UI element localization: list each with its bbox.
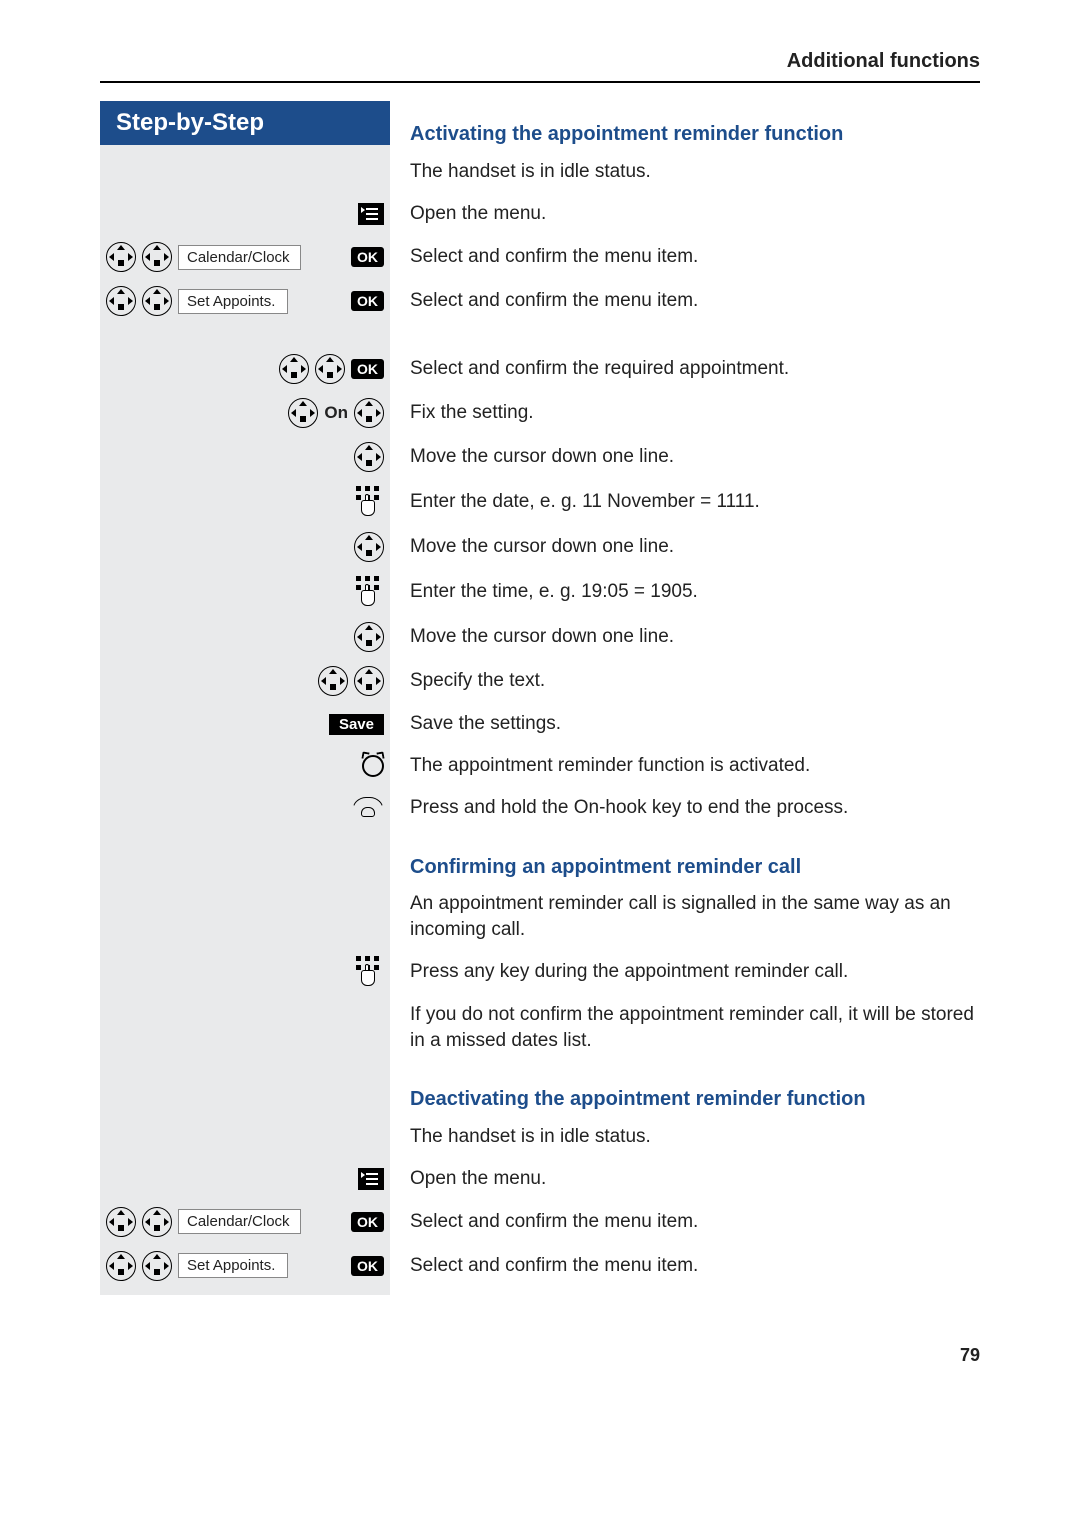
navpad-icon (106, 242, 136, 272)
navpad-icon (288, 398, 318, 428)
step-row: Calendar/Clock OK Select and confirm the… (410, 242, 980, 272)
navpad-icon (279, 354, 309, 384)
step-row: Enter the date, e. g. 11 November = 1111… (410, 486, 980, 518)
step-row: Press any key during the appointment rem… (410, 956, 980, 988)
navpad-icon (354, 398, 384, 428)
keypad-icon (356, 486, 384, 518)
keypad-icon (356, 956, 384, 988)
step-text: The handset is in idle status. (390, 1124, 980, 1150)
navpad-icon (142, 1251, 172, 1281)
step-text: Select and confirm the menu item. (390, 288, 980, 314)
step-row: An appointment reminder call is signalle… (410, 891, 980, 942)
onhook-icon (352, 797, 384, 819)
step-row: The appointment reminder function is act… (410, 752, 980, 780)
menu-label: Calendar/Clock (178, 1209, 301, 1234)
section-heading-confirm: Confirming an appointment reminder call (410, 856, 980, 879)
ok-button: OK (351, 291, 384, 311)
navpad-icon (142, 286, 172, 316)
step-column: Step-by-Step (100, 101, 390, 1295)
step-text: Specify the text. (390, 668, 980, 694)
step-row: On Fix the setting. (410, 398, 980, 428)
step-text: Select and confirm the menu item. (390, 1209, 980, 1235)
step-row: Open the menu. (410, 200, 980, 228)
menu-label: Set Appoints. (178, 289, 288, 314)
step-text: The appointment reminder function is act… (390, 753, 980, 779)
save-button: Save (329, 714, 384, 735)
navpad-icon (142, 1207, 172, 1237)
step-row: Calendar/Clock OK Select and confirm the… (410, 1207, 980, 1237)
step-row: Set Appoints. OK Select and confirm the … (410, 286, 980, 316)
step-row: Move the cursor down one line. (410, 442, 980, 472)
step-banner: Step-by-Step (100, 101, 390, 145)
navpad-icon (354, 666, 384, 696)
step-text: An appointment reminder call is signalle… (390, 891, 980, 942)
ok-button: OK (351, 1212, 384, 1232)
step-row: Move the cursor down one line. (410, 532, 980, 562)
ok-button: OK (351, 1256, 384, 1276)
navpad-icon (318, 666, 348, 696)
page-header: Additional functions (100, 50, 980, 83)
section-heading-activate: Activating the appointment reminder func… (410, 123, 980, 146)
step-text: The handset is in idle status. (390, 159, 980, 185)
menu-icon (358, 1168, 384, 1190)
step-row: The handset is in idle status. (410, 1123, 980, 1151)
step-row: OK Select and confirm the required appoi… (410, 354, 980, 384)
step-text: Select and confirm the menu item. (390, 244, 980, 270)
menu-label: Set Appoints. (178, 1253, 288, 1278)
main-layout: Step-by-Step Activating the appointment … (100, 101, 980, 1295)
step-text: Open the menu. (390, 1166, 980, 1192)
step-row: Press and hold the On-hook key to end th… (410, 794, 980, 822)
step-text: Move the cursor down one line. (390, 534, 980, 560)
step-row: Move the cursor down one line. (410, 622, 980, 652)
navpad-icon (315, 354, 345, 384)
step-row: Enter the time, e. g. 19:05 = 1905. (410, 576, 980, 608)
step-text: Move the cursor down one line. (390, 444, 980, 470)
step-text: Enter the date, e. g. 11 November = 1111… (390, 489, 980, 515)
step-text: Select and confirm the menu item. (390, 1253, 980, 1279)
content-column: Activating the appointment reminder func… (390, 101, 980, 1295)
navpad-icon (354, 532, 384, 562)
step-text: Select and confirm the required appointm… (390, 356, 980, 382)
page-number: 79 (100, 1345, 980, 1366)
section-heading-deactivate: Deactivating the appointment reminder fu… (410, 1088, 980, 1111)
step-row: Set Appoints. OK Select and confirm the … (410, 1251, 980, 1281)
step-text: Enter the time, e. g. 19:05 = 1905. (390, 579, 980, 605)
step-text: Press any key during the appointment rem… (390, 959, 980, 985)
navpad-icon (106, 286, 136, 316)
step-text: Save the settings. (390, 711, 980, 737)
navpad-icon (106, 1207, 136, 1237)
step-row: Open the menu. (410, 1165, 980, 1193)
step-text: If you do not confirm the appointment re… (390, 1002, 980, 1053)
step-row: Specify the text. (410, 666, 980, 696)
navpad-icon (354, 442, 384, 472)
menu-label: Calendar/Clock (178, 245, 301, 270)
step-text: Move the cursor down one line. (390, 624, 980, 650)
menu-icon (358, 203, 384, 225)
alarm-icon (362, 755, 384, 777)
step-row: If you do not confirm the appointment re… (410, 1002, 980, 1053)
step-text: Press and hold the On-hook key to end th… (390, 795, 980, 821)
ok-button: OK (351, 359, 384, 379)
step-row: Save Save the settings. (410, 710, 980, 738)
on-label: On (324, 403, 348, 423)
navpad-icon (106, 1251, 136, 1281)
keypad-icon (356, 576, 384, 608)
step-row: The handset is in idle status. (410, 158, 980, 186)
step-text: Open the menu. (390, 201, 980, 227)
navpad-icon (354, 622, 384, 652)
step-text: Fix the setting. (390, 400, 980, 426)
ok-button: OK (351, 247, 384, 267)
navpad-icon (142, 242, 172, 272)
